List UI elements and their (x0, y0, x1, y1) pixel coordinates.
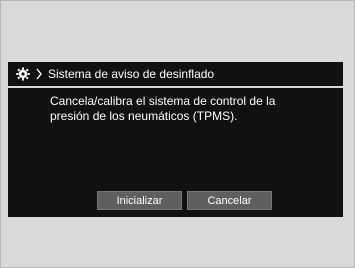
gear-icon (16, 67, 30, 81)
message-line: presión de los neumáticos (TPMS). (50, 109, 238, 123)
chevron-right-icon (36, 68, 42, 80)
dialog-header: Sistema de aviso de desinflado (8, 62, 343, 86)
initialize-button[interactable]: Inicializar (97, 191, 182, 210)
screen-frame: Sistema de aviso de desinflado Cancela/c… (0, 0, 355, 268)
dialog-title: Sistema de aviso de desinflado (48, 67, 215, 81)
tpms-dialog: Sistema de aviso de desinflado Cancela/c… (8, 62, 343, 217)
dialog-message: Cancela/calibra el sistema de control de… (50, 94, 330, 124)
header-divider (8, 86, 343, 88)
cancel-button[interactable]: Cancelar (187, 191, 272, 210)
message-line: Cancela/calibra el sistema de control de… (50, 94, 276, 108)
